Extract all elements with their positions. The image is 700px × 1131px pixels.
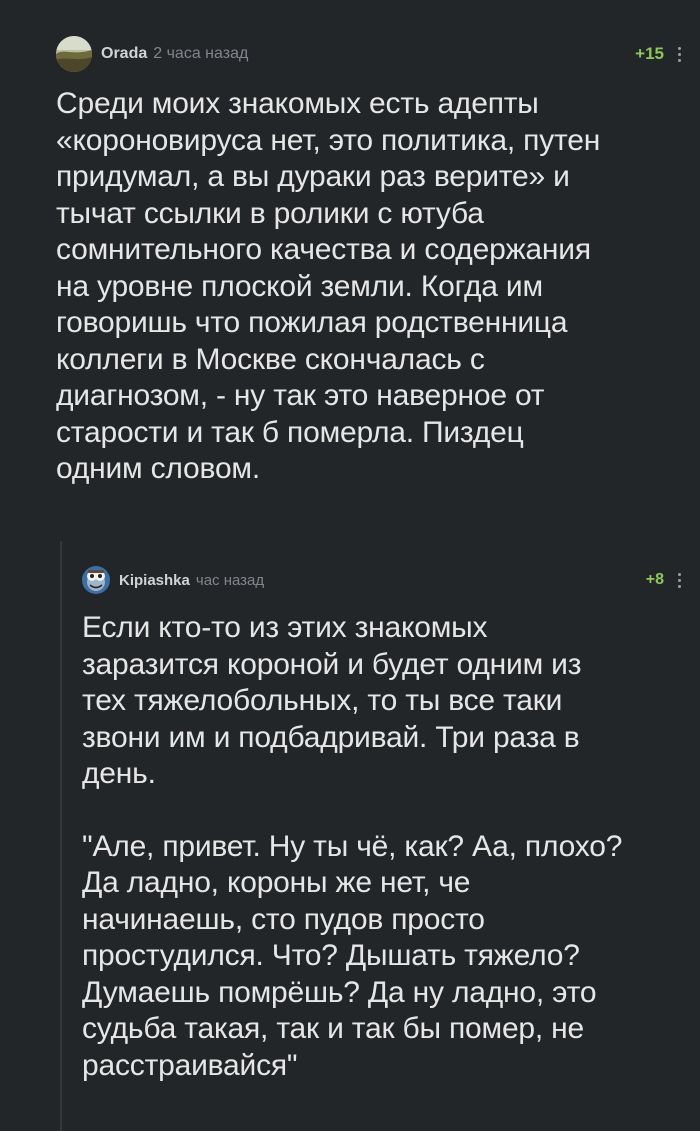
comment-paragraph: Если кто-то из этих знакомых заразится к… [82, 611, 582, 790]
comment-time[interactable]: 2 часа назад [153, 45, 248, 63]
more-options-icon[interactable] [672, 43, 686, 65]
comment: Orada 2 часа назад +15 Среди моих знаком… [56, 34, 686, 488]
comment-body: Если кто-то из этих знакомых заразится к… [82, 610, 686, 1084]
crazy-frog-avatar-icon [82, 566, 110, 594]
comment-paragraph: Среди моих знакомых есть адепты «коронов… [56, 87, 601, 485]
more-options-icon[interactable] [672, 569, 686, 591]
comment-time[interactable]: час назад [196, 572, 264, 589]
comment-paragraph: "Але, привет. Ну ты чё, как? Аа, плохо? … [82, 829, 623, 1082]
comment-rating: +15 [635, 44, 664, 63]
avatar[interactable] [82, 566, 110, 594]
comment-author[interactable]: Orada [101, 45, 147, 63]
reply-thread-line [60, 541, 62, 1131]
comment-reply: Kipiashka час назад +8 Если кто-то из эт… [82, 562, 686, 1084]
comment-body: Среди моих знакомых есть адепты «коронов… [56, 86, 686, 488]
landscape-avatar-icon [56, 36, 92, 72]
avatar[interactable] [56, 36, 92, 72]
comment-header: Kipiashka час назад +8 [82, 562, 686, 598]
comment-header: Orada 2 часа назад +15 [56, 34, 686, 74]
comment-author[interactable]: Kipiashka [119, 572, 190, 589]
comment-rating: +8 [645, 571, 664, 588]
